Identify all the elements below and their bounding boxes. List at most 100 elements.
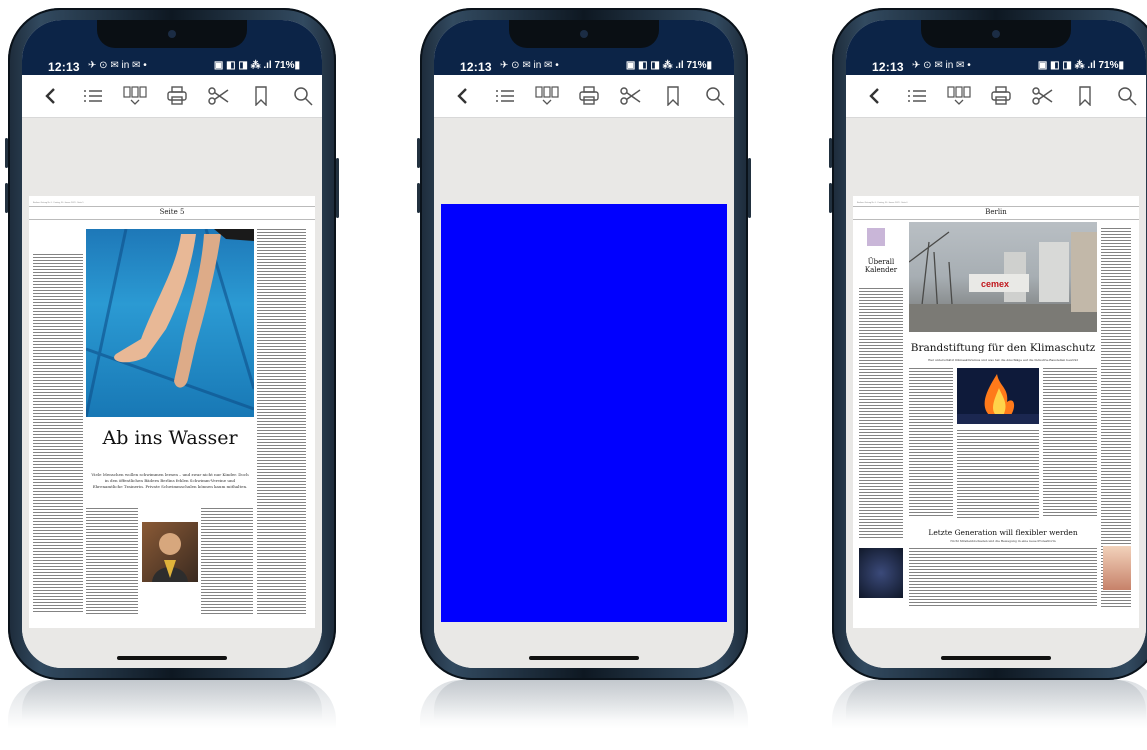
status-bar: 12:13 ✈ ⊙ ✉ in ✉ • ▣ ◧ ◨ ⁂ .ıl 71%▮ [434,20,734,75]
search-icon[interactable] [288,81,318,111]
notch [509,20,659,48]
camera-icon [580,30,588,38]
article-column [201,508,253,614]
bookmark-icon[interactable] [1070,81,1100,111]
volume-down-button [829,183,832,213]
article-subhead: Viele Menschen wollen schwimmen lernen –… [91,472,249,489]
print-icon[interactable] [162,81,192,111]
status-bar: 12:13 ✈ ⊙ ✉ in ✉ • ▣ ◧ ◨ ⁂ .ıl 71%▮ [22,20,322,75]
article-column [33,254,83,614]
article-column [957,430,1039,518]
notification-icons: ✈ ⊙ ✉ in ✉ • [912,60,971,71]
screen-1: 12:13 ✈ ⊙ ✉ in ✉ • ▣ ◧ ◨ ⁂ .ıl 71%▮ Berl… [22,20,322,668]
article-column [86,508,138,614]
section-rule [29,219,315,220]
status-bar: 12:13 ✈ ⊙ ✉ in ✉ • ▣ ◧ ◨ ⁂ .ıl 71%▮ [846,20,1146,75]
bookmark-icon[interactable] [658,81,688,111]
side-headline: Überall Kalender [864,258,898,274]
article-headline: Ab ins Wasser [102,427,238,449]
reader-toolbar [846,75,1146,118]
phone-frame-3: 12:13 ✈ ⊙ ✉ in ✉ • ▣ ◧ ◨ ⁂ .ıl 71%▮ Berl… [829,8,1147,680]
portrait-photo [142,522,198,582]
volume-up-button [417,138,420,168]
home-indicator[interactable] [941,656,1051,660]
article-column [909,548,1097,608]
page-placeholder[interactable] [441,204,727,622]
article-column [859,288,903,538]
reader-content[interactable]: Berliner Zeitung Nr. 0 · Freitag, 30. Ja… [846,118,1146,668]
system-icons: ▣ ◧ ◨ ⁂ .ıl 71%▮ [1037,60,1124,71]
back-icon[interactable] [448,81,478,111]
page-header-line: Berliner Zeitung Nr. 0 · Freitag, 30. Ja… [857,202,908,204]
volume-up-button [829,138,832,168]
volume-down-button [417,183,420,213]
columns-icon[interactable] [944,81,974,111]
list-icon[interactable] [902,81,932,111]
newspaper-page[interactable]: Berliner Zeitung Nr. 0 · Freitag, 30. Ja… [29,196,315,628]
phone-frame-1: 12:13 ✈ ⊙ ✉ in ✉ • ▣ ◧ ◨ ⁂ .ıl 71%▮ Berl… [5,8,339,680]
fire-photo [957,368,1039,424]
search-icon[interactable] [700,81,730,111]
scissors-icon[interactable] [1028,81,1058,111]
columns-icon[interactable] [532,81,562,111]
system-icons: ▣ ◧ ◨ ⁂ .ıl 71%▮ [625,60,712,71]
screen-2: 12:13 ✈ ⊙ ✉ in ✉ • ▣ ◧ ◨ ⁂ .ıl 71%▮ [434,20,734,668]
screen-3: 12:13 ✈ ⊙ ✉ in ✉ • ▣ ◧ ◨ ⁂ .ıl 71%▮ Berl… [846,20,1146,668]
camera-icon [992,30,1000,38]
reader-content[interactable]: Berliner Zeitung Nr. 0 · Freitag, 30. Ja… [22,118,322,668]
power-button [748,158,751,218]
article-column [257,229,306,614]
scissors-icon[interactable] [204,81,234,111]
bookmark-icon[interactable] [246,81,276,111]
search-icon[interactable] [1112,81,1142,111]
pool-photo [84,228,256,418]
status-time: 12:13 [48,60,80,74]
page-header-line: Berliner Zeitung Nr. 0 · Freitag, 30. Ja… [33,202,84,204]
back-icon[interactable] [860,81,890,111]
phone-reflection [832,680,1147,750]
portrait-photo [1103,546,1131,590]
reader-content[interactable] [434,118,734,668]
home-indicator[interactable] [117,656,227,660]
phone-frame-2: 12:13 ✈ ⊙ ✉ in ✉ • ▣ ◧ ◨ ⁂ .ıl 71%▮ [417,8,751,680]
home-indicator[interactable] [529,656,639,660]
header-rule [853,206,1139,207]
volume-up-button [5,138,8,168]
notch [921,20,1071,48]
notification-icons: ✈ ⊙ ✉ in ✉ • [88,60,147,71]
print-icon[interactable] [574,81,604,111]
notch [97,20,247,48]
print-icon[interactable] [986,81,1016,111]
article-subhead-2: Nicht Straßenblockaden und die Bewegung … [950,539,1056,543]
article-column [909,368,953,518]
power-button [336,158,339,218]
header-rule [29,206,315,207]
status-time: 12:13 [872,60,904,74]
construction-photo: cemex [908,222,1097,333]
svg-text:cemex: cemex [981,279,1009,289]
volume-down-button [5,183,8,213]
back-icon[interactable] [36,81,66,111]
columns-icon[interactable] [120,81,150,111]
list-icon[interactable] [490,81,520,111]
reader-toolbar [434,75,734,118]
list-icon[interactable] [78,81,108,111]
side-thumbnail [867,228,885,246]
article-headline: Brandstiftung für den Klimaschutz [910,342,1096,354]
article-headline-2: Letzte Generation will flexibler werden [928,528,1078,537]
page-section-title: Seite 5 [159,208,185,216]
system-icons: ▣ ◧ ◨ ⁂ .ıl 71%▮ [213,60,300,71]
pattern-photo [859,548,903,598]
camera-icon [168,30,176,38]
article-subhead: Wer unterschätzt Klimaaktivismus und was… [928,358,1078,362]
page-section-title: Berlin [985,208,1007,216]
phone-reflection [8,680,336,750]
reader-toolbar [22,75,322,118]
section-rule [853,219,1139,220]
article-column [1043,368,1097,518]
phone-reflection [420,680,748,750]
status-time: 12:13 [460,60,492,74]
newspaper-page[interactable]: Berliner Zeitung Nr. 0 · Freitag, 30. Ja… [853,196,1139,628]
notification-icons: ✈ ⊙ ✉ in ✉ • [500,60,559,71]
scissors-icon[interactable] [616,81,646,111]
